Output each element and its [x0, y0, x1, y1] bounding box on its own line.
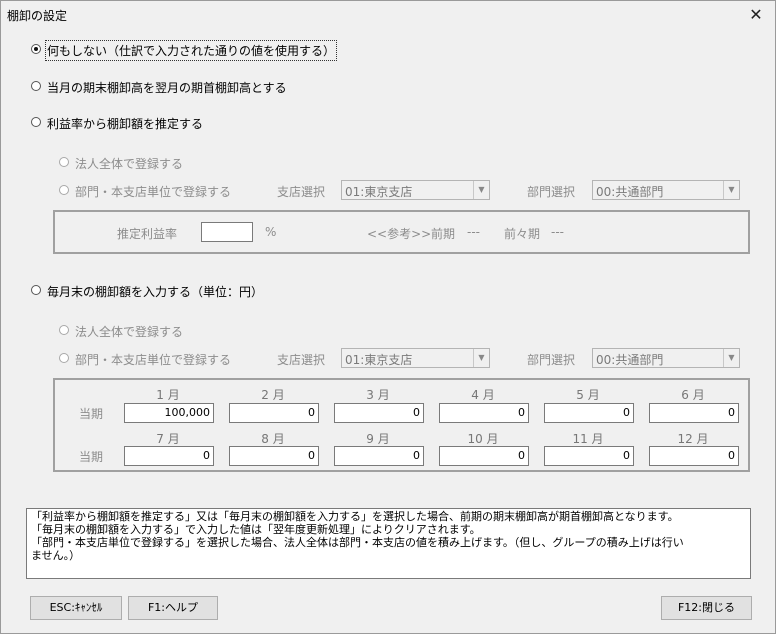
month-amount-input-2[interactable]: 0	[229, 403, 319, 423]
monthly-branch-value: 01:東京支店	[345, 353, 413, 367]
month-label-9: 9 月	[366, 432, 390, 446]
month-amount-input-11[interactable]: 0	[544, 446, 634, 466]
month-label-1: 1 月	[156, 388, 180, 402]
estimate-dept-select-label: 部門選択	[527, 185, 576, 199]
month-label-6: 6 月	[681, 388, 705, 402]
note-line: 「利益率から棚卸額を推定する」又は「毎月末の棚卸額を入力する」を選択した場合、前…	[31, 510, 679, 523]
estimate-corp-label[interactable]: 法人全体で登録する	[75, 155, 183, 172]
cancel-button[interactable]: ESC:ｷｬﾝｾﾙ	[30, 596, 122, 620]
radio-none[interactable]	[31, 44, 41, 54]
month-label-2: 2 月	[261, 388, 285, 402]
estimate-branch-value: 01:東京支店	[345, 185, 413, 199]
monthly-branch-label: 支店選択	[277, 353, 326, 367]
estimate-rate-unit: %	[265, 225, 277, 239]
estimate-rate-label: 推定利益率	[117, 227, 178, 241]
radio-selected-dot	[34, 47, 38, 51]
reference-label: <<参考>>	[367, 227, 432, 241]
month-label-7: 7 月	[156, 432, 180, 446]
prev-period-label: 前期	[431, 227, 456, 241]
option-none-label[interactable]: 何もしない（仕訳で入力された通りの値を使用する）	[44, 40, 338, 61]
row-label-current-period: 当期	[79, 450, 104, 464]
monthly-dept-select-label: 部門選択	[527, 353, 576, 367]
month-label-5: 5 月	[576, 388, 600, 402]
month-label-4: 4 月	[471, 388, 495, 402]
close-button[interactable]: F12:閉じる	[661, 596, 752, 620]
radio-monthly-dept[interactable]	[59, 353, 69, 363]
radio-estimate[interactable]	[31, 117, 41, 127]
note-line: ません。）	[31, 549, 81, 562]
month-amount-input-3[interactable]: 0	[334, 403, 424, 423]
month-label-8: 8 月	[261, 432, 285, 446]
month-label-12: 12 月	[677, 432, 709, 446]
estimate-branch-select[interactable]: 01:東京支店 ▼	[341, 180, 490, 200]
notes-box: 「利益率から棚卸額を推定する」又は「毎月末の棚卸額を入力する」を選択した場合、前…	[26, 508, 751, 579]
month-amount-input-10[interactable]: 0	[439, 446, 529, 466]
month-amount-input-6[interactable]: 0	[649, 403, 739, 423]
chevron-down-icon[interactable]: ▼	[473, 349, 489, 367]
monthly-dept-select[interactable]: 00:共通部門 ▼	[592, 348, 740, 368]
chevron-down-icon[interactable]: ▼	[473, 181, 489, 199]
close-icon[interactable]: ✕	[739, 1, 773, 29]
prev2-period-value: ---	[551, 225, 564, 239]
title-bar: 棚卸の設定 ✕	[1, 1, 775, 29]
help-button[interactable]: F1:ヘルプ	[128, 596, 218, 620]
estimate-dept-select[interactable]: 00:共通部門 ▼	[592, 180, 740, 200]
note-line: 「毎月末の棚卸額を入力する」で入力した値は「翌年度更新処理」によりクリアされます…	[31, 523, 481, 536]
month-amount-input-7[interactable]: 0	[124, 446, 214, 466]
chevron-down-icon[interactable]: ▼	[723, 349, 739, 367]
monthly-dept-label[interactable]: 部門・本支店単位で登録する	[75, 351, 231, 368]
month-amount-input-5[interactable]: 0	[544, 403, 634, 423]
chevron-down-icon[interactable]: ▼	[723, 181, 739, 199]
month-amount-input-9[interactable]: 0	[334, 446, 424, 466]
month-amount-input-4[interactable]: 0	[439, 403, 529, 423]
month-label-10: 10 月	[467, 432, 499, 446]
estimate-dept-value: 00:共通部門	[596, 185, 664, 199]
option-carry-over-label[interactable]: 当月の期末棚卸高を翌月の期首棚卸高とする	[47, 79, 287, 96]
option-monthly-label[interactable]: 毎月末の棚卸額を入力する（単位：円）	[47, 283, 263, 300]
radio-carry-over[interactable]	[31, 81, 41, 91]
estimate-dept-label[interactable]: 部門・本支店単位で登録する	[75, 183, 231, 200]
radio-estimate-dept[interactable]	[59, 185, 69, 195]
month-label-3: 3 月	[366, 388, 390, 402]
prev2-period-label: 前々期	[504, 227, 541, 241]
monthly-branch-select[interactable]: 01:東京支店 ▼	[341, 348, 490, 368]
month-amount-input-1[interactable]: 100,000	[124, 403, 214, 423]
row-label-current-period: 当期	[79, 407, 104, 421]
month-amount-input-8[interactable]: 0	[229, 446, 319, 466]
estimate-branch-label: 支店選択	[277, 185, 326, 199]
window-title: 棚卸の設定	[7, 9, 68, 23]
radio-monthly-corp[interactable]	[59, 325, 69, 335]
radio-monthly[interactable]	[31, 285, 41, 295]
monthly-corp-label[interactable]: 法人全体で登録する	[75, 323, 183, 340]
radio-estimate-corp[interactable]	[59, 157, 69, 167]
monthly-dept-value: 00:共通部門	[596, 353, 664, 367]
option-estimate-label[interactable]: 利益率から棚卸額を推定する	[47, 115, 203, 132]
month-amount-input-12[interactable]: 0	[649, 446, 739, 466]
note-line: 「部門・本支店単位で登録する」を選択した場合、法人全体は部門・本支店の値を積み上…	[31, 536, 684, 549]
prev-period-value: ---	[467, 225, 480, 239]
month-label-11: 11 月	[572, 432, 604, 446]
estimate-rate-input[interactable]	[201, 222, 253, 242]
settings-dialog: 棚卸の設定 ✕ 何もしない（仕訳で入力された通りの値を使用する） 当月の期末棚卸…	[0, 0, 776, 634]
